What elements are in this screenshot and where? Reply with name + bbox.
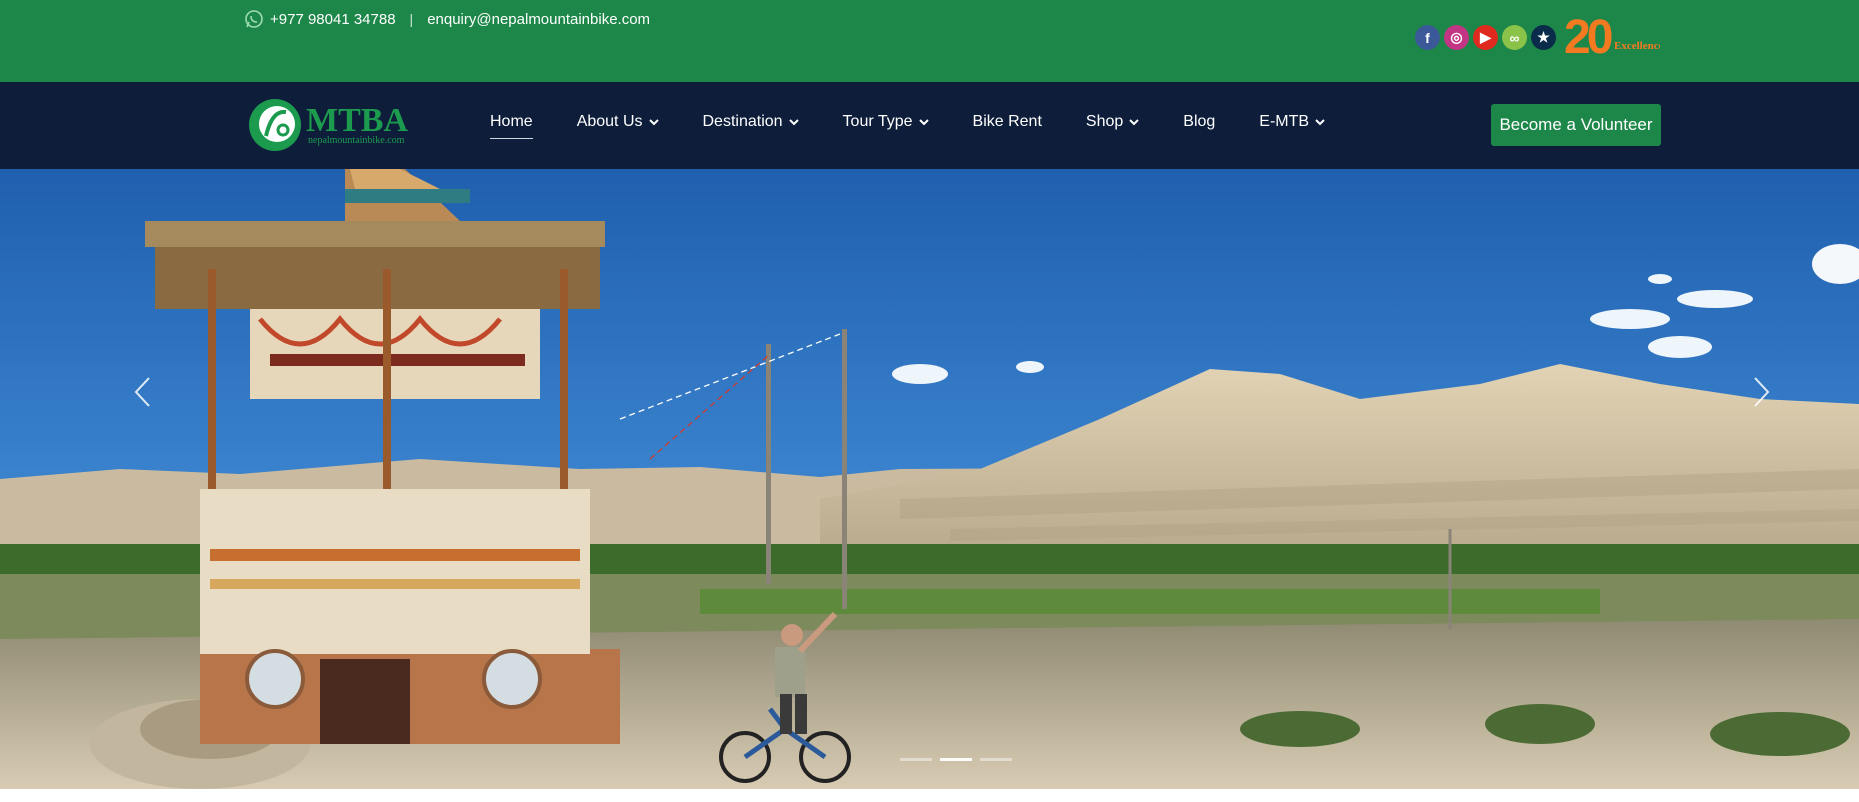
facebook-icon[interactable]: f [1415, 25, 1440, 50]
nav-item-label: Destination [702, 113, 783, 130]
chevron-down-icon [648, 119, 659, 126]
nav-item-label: Tour Type [842, 113, 913, 130]
chevron-down-icon [1129, 119, 1139, 126]
nav-item-blog[interactable]: Blog [1183, 113, 1215, 131]
nav-item-tour-type[interactable]: Tour Type [843, 113, 929, 131]
nav-item-home[interactable]: Home [490, 113, 533, 139]
nav-item-label: About Us [576, 113, 643, 130]
chevron-down-icon [1315, 119, 1325, 126]
anniversary-text: Excellence [1614, 40, 1660, 52]
logo-brand-text: MTBA [306, 102, 408, 139]
nav-item-e-mtb[interactable]: E-MTB [1259, 113, 1325, 131]
main-menu: Home About Us Destination Tour Type Bike Ren… [490, 113, 1369, 139]
star-review-icon[interactable]: ★ [1531, 25, 1556, 50]
contact-separator: | [409, 11, 414, 27]
slider-indicators [900, 758, 1012, 761]
nav-item-shop[interactable]: Shop [1086, 113, 1139, 131]
nav-item-label: Shop [1085, 113, 1124, 130]
mtba-logo[interactable]: MTBA nepalmountainbike.com [246, 90, 436, 160]
tripadvisor-icon[interactable]: ∞ [1502, 25, 1527, 50]
chevron-down-icon [918, 119, 929, 126]
email-link[interactable]: enquiry@nepalmountainbike.com [427, 11, 650, 28]
social-links: f ◎ ▶ ∞ ★ [1415, 25, 1556, 50]
chevron-left-icon[interactable] [129, 375, 159, 409]
contact-info: +977 98041 34788 | enquiry@nepalmountain… [244, 9, 650, 29]
become-volunteer-button[interactable]: Become a Volunteer [1491, 104, 1661, 146]
nav-item-bike-rent[interactable]: Bike Rent [973, 113, 1042, 131]
anniversary-number: 20 [1564, 11, 1612, 60]
youtube-icon[interactable]: ▶ [1473, 25, 1498, 50]
nav-item-label: Home [490, 113, 533, 130]
logo-site-text: nepalmountainbike.com [308, 135, 405, 146]
instagram-icon[interactable]: ◎ [1444, 25, 1469, 50]
20-years-excellence-badge: 20 Excellence [1564, 11, 1660, 60]
slide-indicator[interactable] [980, 758, 1012, 761]
nav-item-label: E-MTB [1259, 113, 1310, 130]
nav-item-label: Bike Rent [972, 113, 1042, 130]
slide-indicator[interactable] [900, 758, 932, 761]
phone-number[interactable]: +977 98041 34788 [270, 11, 396, 28]
hero-slider[interactable] [0, 169, 1859, 789]
nav-item-destination[interactable]: Destination [703, 113, 799, 131]
chevron-right-icon[interactable] [1745, 375, 1775, 409]
nav-item-label: Blog [1183, 113, 1216, 130]
whatsapp-icon[interactable] [244, 9, 264, 29]
hero-image-upper-mustang-stupa [0, 169, 1859, 789]
top-contact-bar: +977 98041 34788 | enquiry@nepalmountain… [0, 0, 1859, 82]
chevron-down-icon [788, 119, 799, 126]
nav-item-about-us[interactable]: About Us [577, 113, 659, 131]
slide-indicator[interactable] [940, 758, 972, 761]
